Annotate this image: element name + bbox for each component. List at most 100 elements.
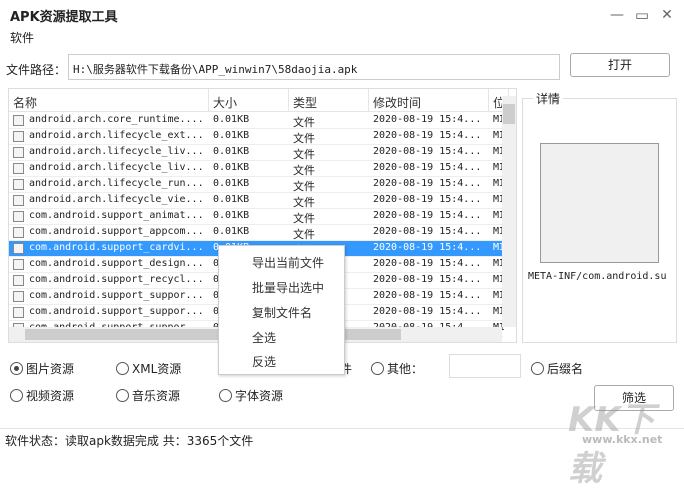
column-name[interactable]: 名称	[9, 89, 209, 112]
cell-modified: 2020-08-19 15:4...	[373, 178, 482, 189]
radio-selected-icon	[10, 362, 23, 375]
cell-size: 0.01KB	[213, 146, 250, 157]
radio-icon	[371, 362, 384, 375]
cell-name: com.android.support_suppor...	[29, 306, 204, 317]
close-icon[interactable]: ✕	[659, 8, 675, 22]
column-modified[interactable]: 修改时间	[369, 89, 489, 112]
cell-type: 文件	[293, 180, 315, 193]
watermark-url: www.kkx.net	[582, 433, 663, 446]
cell-name: com.android.support_suppor...	[29, 290, 204, 301]
column-size[interactable]: 大小	[209, 89, 289, 112]
radio-icon	[531, 362, 544, 375]
cell-modified: 2020-08-19 15:4...	[373, 290, 482, 301]
radio-music[interactable]: 音乐资源	[116, 387, 180, 404]
table-row[interactable]: android.arch.lifecycle_vie... 0.01KB 文件 202…	[9, 193, 505, 209]
radio-icon	[116, 389, 129, 402]
cell-name: com.android.support_recycl...	[29, 274, 204, 285]
radio-label: XML资源	[132, 362, 182, 376]
row-checkbox[interactable]	[13, 211, 24, 222]
menu-export-current[interactable]: 导出当前文件	[252, 254, 324, 271]
details-filename: META-INF/com.android.su	[528, 271, 667, 282]
radio-xml[interactable]: XML资源	[116, 360, 181, 377]
radio-label: 音乐资源	[132, 389, 181, 403]
cell-modified: 2020-08-19 15:4...	[373, 146, 482, 157]
row-checkbox[interactable]	[13, 147, 24, 158]
radio-image[interactable]: 图片资源	[10, 360, 74, 377]
cell-size: 0.01KB	[213, 226, 250, 237]
row-checkbox[interactable]	[13, 243, 24, 254]
cell-type: 文件	[293, 132, 315, 145]
menu-copy-filename[interactable]: 复制文件名	[252, 304, 312, 321]
radio-other[interactable]: 其他：	[371, 360, 423, 377]
row-checkbox[interactable]	[13, 259, 24, 270]
cell-type: 文件	[293, 116, 315, 129]
row-checkbox[interactable]	[13, 275, 24, 286]
cell-modified: 2020-08-19 15:4...	[373, 274, 482, 285]
radio-icon	[10, 389, 23, 402]
table-row[interactable]: com.android.support_appcom... 0.01KB 文件 202…	[9, 225, 505, 241]
cell-name: android.arch.lifecycle_vie...	[29, 194, 204, 205]
cell-size: 0.01KB	[213, 162, 250, 173]
cell-name: com.android.support_design...	[29, 258, 204, 269]
table-row[interactable]: android.arch.lifecycle_run... 0.01KB 文件 202…	[9, 177, 505, 193]
cell-size: 0.01KB	[213, 114, 250, 125]
row-checkbox[interactable]	[13, 115, 24, 126]
details-panel: 详情 META-INF/com.android.su	[522, 90, 677, 343]
cell-modified: 2020-08-19 15:4...	[373, 210, 482, 221]
column-type[interactable]: 类型	[289, 89, 369, 112]
cell-name: com.android.support_animat...	[29, 210, 204, 221]
row-checkbox[interactable]	[13, 163, 24, 174]
context-menu: 导出当前文件 批量导出选中 复制文件名 全选 反选	[218, 245, 345, 375]
cell-name: com.android.support_appcom...	[29, 226, 204, 237]
cell-type: 文件	[293, 164, 315, 177]
maximize-icon[interactable]: ▭	[634, 8, 650, 23]
cell-type: 文件	[293, 212, 315, 225]
cell-modified: 2020-08-19 15:4...	[373, 162, 482, 173]
radio-video[interactable]: 视频资源	[10, 387, 74, 404]
other-input[interactable]	[449, 354, 521, 378]
table-row[interactable]: android.arch.lifecycle_liv... 0.01KB 文件 202…	[9, 161, 505, 177]
menu-batch-export[interactable]: 批量导出选中	[252, 279, 324, 296]
row-checkbox[interactable]	[13, 179, 24, 190]
row-checkbox[interactable]	[13, 307, 24, 318]
radio-icon	[219, 389, 232, 402]
cell-size: 0.01KB	[213, 130, 250, 141]
details-title: 详情	[533, 90, 564, 107]
table-row[interactable]: android.arch.core_runtime.... 0.01KB 文件 202…	[9, 113, 505, 129]
row-checkbox[interactable]	[13, 227, 24, 238]
preview-image	[540, 143, 659, 263]
vertical-scrollbar[interactable]	[502, 96, 516, 327]
cell-name: android.arch.lifecycle_ext...	[29, 130, 204, 141]
table-row[interactable]: com.android.support_animat... 0.01KB 文件 202…	[9, 209, 505, 225]
minimize-icon[interactable]: —	[609, 8, 625, 22]
cell-modified: 2020-08-19 15:4...	[373, 242, 482, 253]
radio-label: 字体资源	[235, 389, 284, 403]
radio-label: 视频资源	[26, 389, 75, 403]
radio-label: 其他：	[387, 362, 424, 376]
table-row[interactable]: android.arch.lifecycle_liv... 0.01KB 文件 202…	[9, 145, 505, 161]
cell-modified: 2020-08-19 15:4...	[373, 226, 482, 237]
cell-type: 文件	[293, 196, 315, 209]
row-checkbox[interactable]	[13, 195, 24, 206]
cell-modified: 2020-08-19 15:4...	[373, 194, 482, 205]
path-input[interactable]: H:\服务器软件下载备份\APP_winwin7\58daojia.apk	[68, 54, 560, 80]
cell-name: com.android.support_cardvi...	[29, 242, 204, 253]
menu-invert-selection[interactable]: 反选	[252, 353, 276, 370]
radio-label: 图片资源	[26, 362, 75, 376]
radio-suffix[interactable]: 后缀名	[531, 360, 583, 377]
radio-font[interactable]: 字体资源	[219, 387, 283, 404]
cell-modified: 2020-08-19 15:4...	[373, 306, 482, 317]
table-row[interactable]: android.arch.lifecycle_ext... 0.01KB 文件 202…	[9, 129, 505, 145]
cell-name: android.arch.lifecycle_run...	[29, 178, 204, 189]
cell-size: 0.01KB	[213, 210, 250, 221]
row-checkbox[interactable]	[13, 291, 24, 302]
cell-name: android.arch.core_runtime....	[29, 114, 204, 125]
cell-modified: 2020-08-19 15:4...	[373, 258, 482, 269]
cell-size: 0.01KB	[213, 178, 250, 189]
menu-software[interactable]: 软件	[10, 29, 34, 46]
radio-label: 后缀名	[547, 362, 584, 376]
row-checkbox[interactable]	[13, 131, 24, 142]
menu-select-all[interactable]: 全选	[252, 329, 276, 346]
window-title: APK资源提取工具	[10, 10, 118, 25]
open-button[interactable]: 打开	[570, 53, 670, 77]
